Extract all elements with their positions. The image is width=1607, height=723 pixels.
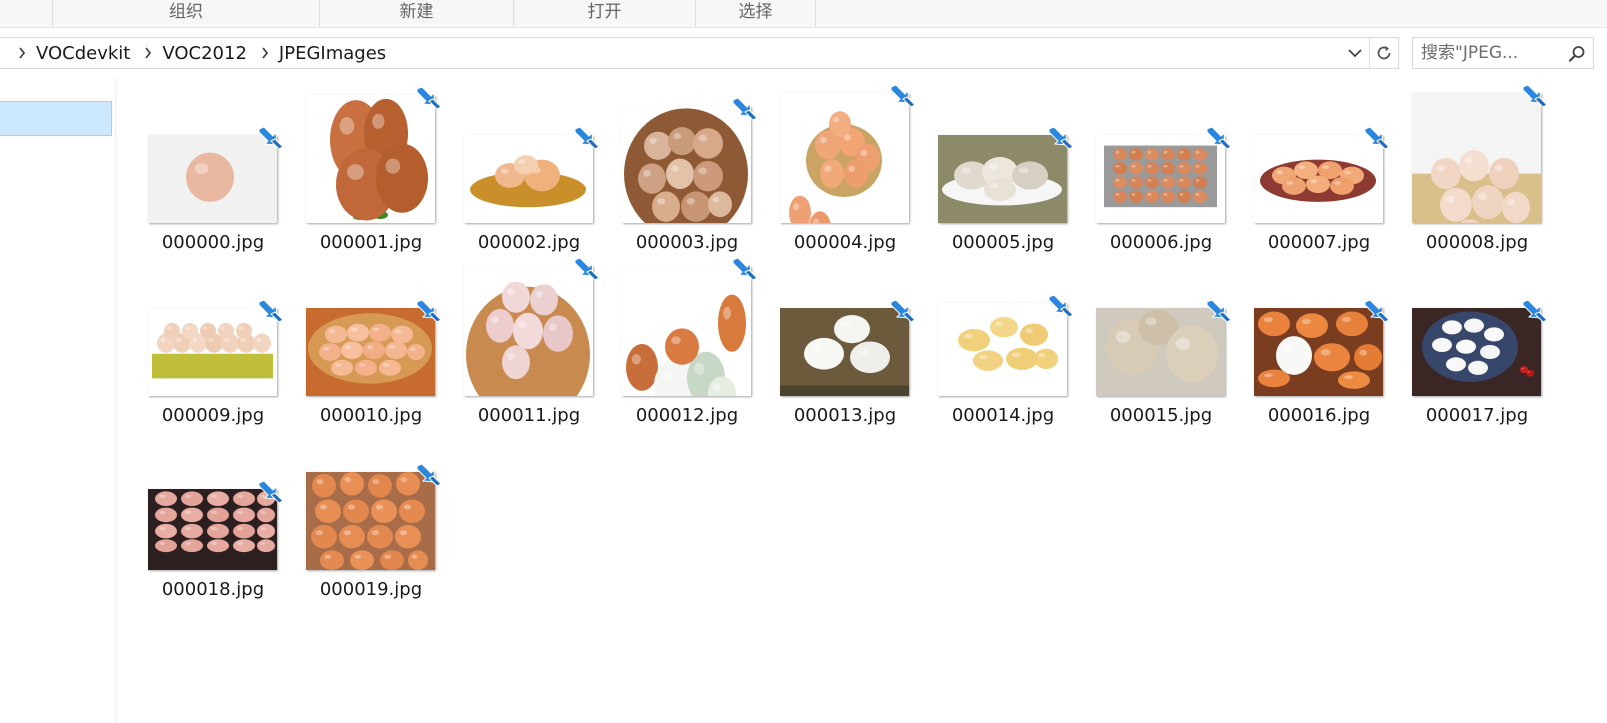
ribbon-group-organize[interactable]: 组织 — [52, 0, 319, 27]
shortcut-arrow-icon — [415, 462, 443, 490]
file-name-label: 000015.jpg — [1109, 405, 1213, 426]
ribbon-group-open[interactable]: 打开 — [513, 0, 695, 27]
shortcut-arrow-icon — [573, 125, 601, 153]
file-thumbnail — [622, 266, 751, 396]
ribbon: 组织 新建 打开 选择 — [0, 0, 1607, 28]
file-item[interactable] — [1412, 226, 1570, 396]
shortcut-arrow-icon — [1205, 125, 1233, 153]
shortcut-arrow-icon — [1047, 125, 1075, 153]
shortcut-arrow-icon — [1521, 298, 1549, 326]
file-item[interactable] — [1254, 53, 1412, 223]
navigation-pane[interactable] — [0, 78, 116, 723]
file-item[interactable] — [148, 53, 306, 223]
file-name-label: 000012.jpg — [635, 405, 739, 426]
file-item[interactable] — [1412, 53, 1570, 223]
ribbon-group-new[interactable]: 新建 — [319, 0, 513, 27]
file-item[interactable] — [938, 53, 1096, 223]
shortcut-arrow-icon — [573, 256, 601, 284]
ribbon-group-select[interactable]: 选择 — [695, 0, 816, 27]
file-name-label: 000016.jpg — [1267, 405, 1371, 426]
shortcut-arrow-icon — [1521, 83, 1549, 111]
file-item[interactable] — [464, 226, 622, 396]
file-name-label: 000013.jpg — [793, 405, 897, 426]
shortcut-arrow-icon — [1363, 298, 1391, 326]
file-item[interactable] — [148, 400, 306, 570]
shortcut-arrow-icon — [889, 298, 917, 326]
chevron-right-icon[interactable] — [12, 47, 32, 59]
search-icon[interactable] — [1567, 44, 1587, 64]
file-item[interactable] — [780, 53, 938, 223]
shortcut-arrow-icon — [889, 83, 917, 111]
file-name-label: 000019.jpg — [319, 579, 423, 600]
breadcrumb-item-vocdevkit[interactable]: VOCdevkit — [32, 43, 138, 64]
shortcut-arrow-icon — [1047, 293, 1075, 321]
file-name-label: 000014.jpg — [951, 405, 1055, 426]
file-name-label: 000018.jpg — [161, 579, 265, 600]
file-thumbnail — [780, 93, 909, 223]
file-item[interactable] — [1096, 226, 1254, 396]
file-thumbnail — [306, 95, 435, 223]
file-item[interactable] — [148, 226, 306, 396]
file-item[interactable] — [306, 226, 464, 396]
file-item[interactable] — [938, 226, 1096, 396]
shortcut-arrow-icon — [415, 85, 443, 113]
file-name-label: 000011.jpg — [477, 405, 581, 426]
shortcut-arrow-icon — [257, 479, 285, 507]
file-name-label: 000017.jpg — [1425, 405, 1529, 426]
file-item[interactable] — [622, 53, 780, 223]
shortcut-arrow-icon — [257, 298, 285, 326]
file-thumbnail — [464, 266, 593, 396]
file-item[interactable] — [464, 53, 622, 223]
shortcut-arrow-icon — [731, 256, 759, 284]
shortcut-arrow-icon — [415, 298, 443, 326]
shortcut-arrow-icon — [257, 125, 285, 153]
file-item[interactable] — [306, 400, 464, 570]
file-thumbnail — [1412, 93, 1541, 223]
shortcut-arrow-icon — [1363, 125, 1391, 153]
shortcut-arrow-icon — [1205, 298, 1233, 326]
file-item[interactable] — [780, 226, 938, 396]
file-item[interactable] — [1254, 226, 1412, 396]
shortcut-arrow-icon — [731, 96, 759, 124]
file-item[interactable] — [306, 53, 464, 223]
file-item[interactable] — [622, 226, 780, 396]
file-item[interactable] — [1096, 53, 1254, 223]
nav-selected-item[interactable] — [0, 101, 112, 136]
